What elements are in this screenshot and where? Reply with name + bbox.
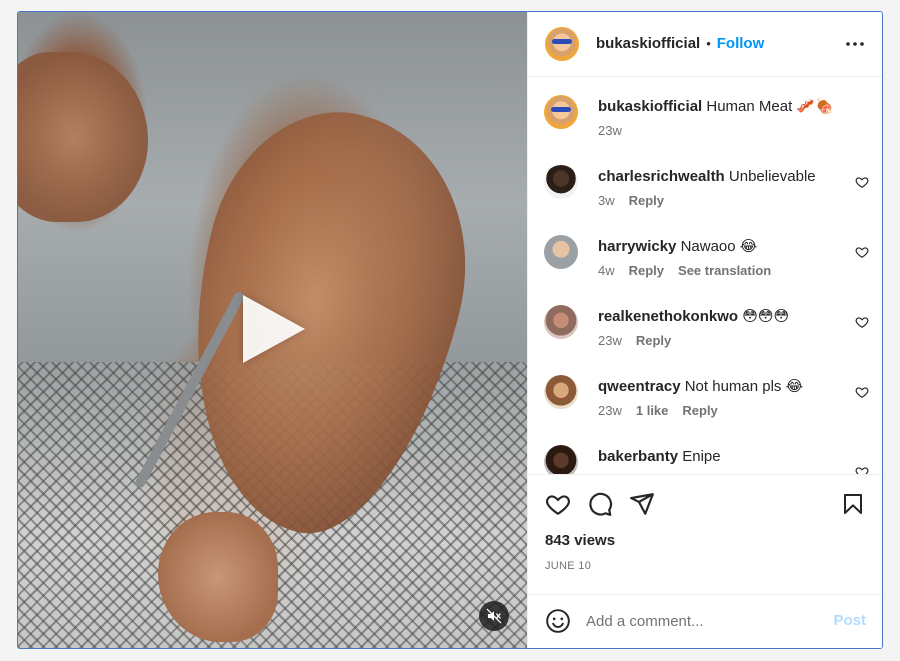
heart-icon[interactable] bbox=[855, 245, 869, 259]
comment-body: Nawaoo 😂 bbox=[680, 238, 758, 255]
comment-text: bakerbanty Enipe bbox=[598, 447, 843, 466]
caption-time[interactable]: 23w bbox=[598, 123, 622, 138]
heart-icon[interactable] bbox=[855, 315, 869, 329]
comment-username[interactable]: charlesrichwealth bbox=[598, 168, 725, 185]
comment-meta: 3w Reply bbox=[598, 193, 664, 208]
caption: bukaskiofficial Human Meat 🥓🍖 23w bbox=[528, 77, 882, 147]
view-count[interactable]: 843 views bbox=[545, 532, 615, 549]
comment-body: Not human pls 😂 bbox=[684, 378, 804, 395]
paper-plane-icon[interactable] bbox=[629, 491, 655, 517]
likes-count[interactable]: 1 like bbox=[636, 403, 669, 418]
list-item: qweentracy Not human pls 😂 23w 1 like Repl… bbox=[528, 357, 882, 427]
list-item: harrywicky Nawaoo 😂 4w Reply See translati… bbox=[528, 217, 882, 287]
see-translation-button[interactable]: See translation bbox=[678, 263, 771, 278]
author-username[interactable]: bukaskiofficial bbox=[596, 35, 700, 52]
comment-icon[interactable] bbox=[587, 491, 613, 517]
caption-body: Human Meat 🥓🍖 bbox=[706, 98, 834, 115]
comments-list[interactable]: bukaskiofficial Human Meat 🥓🍖 23w charle… bbox=[528, 77, 882, 474]
follow-button[interactable]: Follow bbox=[717, 35, 765, 52]
reply-button[interactable]: Reply bbox=[629, 263, 664, 278]
muted-speaker-icon bbox=[486, 608, 502, 624]
avatar[interactable] bbox=[544, 305, 578, 339]
comment-time[interactable]: 23w bbox=[598, 403, 622, 418]
avatar[interactable] bbox=[544, 375, 578, 409]
bookmark-icon[interactable] bbox=[841, 491, 865, 517]
comment-username[interactable]: harrywicky bbox=[598, 238, 676, 255]
comment-username[interactable]: realkenethokonkwo bbox=[598, 308, 738, 325]
avatar[interactable] bbox=[544, 235, 578, 269]
list-item: realkenethokonkwo 😳😳😳 23w Reply bbox=[528, 287, 882, 357]
comment-text: charlesrichwealth Unbelievable bbox=[598, 167, 843, 186]
comment-meta: 23w Reply bbox=[598, 333, 671, 348]
reply-button[interactable]: Reply bbox=[636, 333, 671, 348]
list-item: charlesrichwealth Unbelievable 3w Reply bbox=[528, 147, 882, 217]
separator-dot: • bbox=[706, 36, 711, 51]
comment-body: Enipe bbox=[682, 448, 721, 465]
avatar[interactable] bbox=[544, 95, 578, 129]
video-player[interactable] bbox=[18, 12, 527, 648]
heart-icon[interactable] bbox=[855, 465, 869, 474]
post-header: bukaskiofficial • Follow bbox=[528, 12, 882, 77]
comment-time[interactable]: 4w bbox=[598, 263, 615, 278]
heart-icon[interactable] bbox=[855, 175, 869, 189]
post-button[interactable]: Post bbox=[833, 612, 866, 629]
caption-username[interactable]: bukaskiofficial bbox=[598, 98, 702, 115]
heart-icon[interactable] bbox=[545, 491, 571, 517]
caption-text: bukaskiofficial Human Meat 🥓🍖 bbox=[598, 97, 843, 116]
heart-icon[interactable] bbox=[855, 385, 869, 399]
comment-body: Unbelievable bbox=[728, 168, 816, 185]
post-actions: 843 views JUNE 10 bbox=[528, 474, 882, 595]
comment-username[interactable]: qweentracy bbox=[598, 378, 681, 395]
play-icon[interactable] bbox=[243, 295, 305, 363]
comment-username[interactable]: bakerbanty bbox=[598, 448, 678, 465]
more-horizontal-icon[interactable] bbox=[845, 36, 865, 52]
list-item: bakerbanty Enipe bbox=[528, 427, 882, 474]
avatar[interactable] bbox=[545, 27, 579, 61]
video-frame-object bbox=[18, 52, 148, 222]
comment-body: 😳😳😳 bbox=[742, 308, 790, 325]
video-frame-object bbox=[158, 512, 278, 642]
emoji-icon[interactable] bbox=[545, 608, 571, 634]
comment-text: harrywicky Nawaoo 😂 bbox=[598, 237, 843, 256]
reply-button[interactable]: Reply bbox=[629, 193, 664, 208]
mute-button[interactable] bbox=[479, 601, 509, 631]
comment-meta: 4w Reply See translation bbox=[598, 263, 771, 278]
comment-text: realkenethokonkwo 😳😳😳 bbox=[598, 307, 843, 326]
reply-button[interactable]: Reply bbox=[682, 403, 717, 418]
comment-text: qweentracy Not human pls 😂 bbox=[598, 377, 843, 396]
avatar[interactable] bbox=[544, 445, 578, 474]
comment-time[interactable]: 23w bbox=[598, 333, 622, 348]
comment-meta: 23w 1 like Reply bbox=[598, 403, 718, 418]
comment-time[interactable]: 3w bbox=[598, 193, 615, 208]
post-date[interactable]: JUNE 10 bbox=[545, 560, 591, 572]
comment-input[interactable] bbox=[586, 611, 806, 631]
comment-composer: Post bbox=[528, 594, 882, 648]
post-modal: bukaskiofficial • Follow bukaskiofficial H… bbox=[17, 11, 883, 649]
avatar[interactable] bbox=[544, 165, 578, 199]
post-side-panel: bukaskiofficial • Follow bukaskiofficial H… bbox=[527, 12, 882, 648]
